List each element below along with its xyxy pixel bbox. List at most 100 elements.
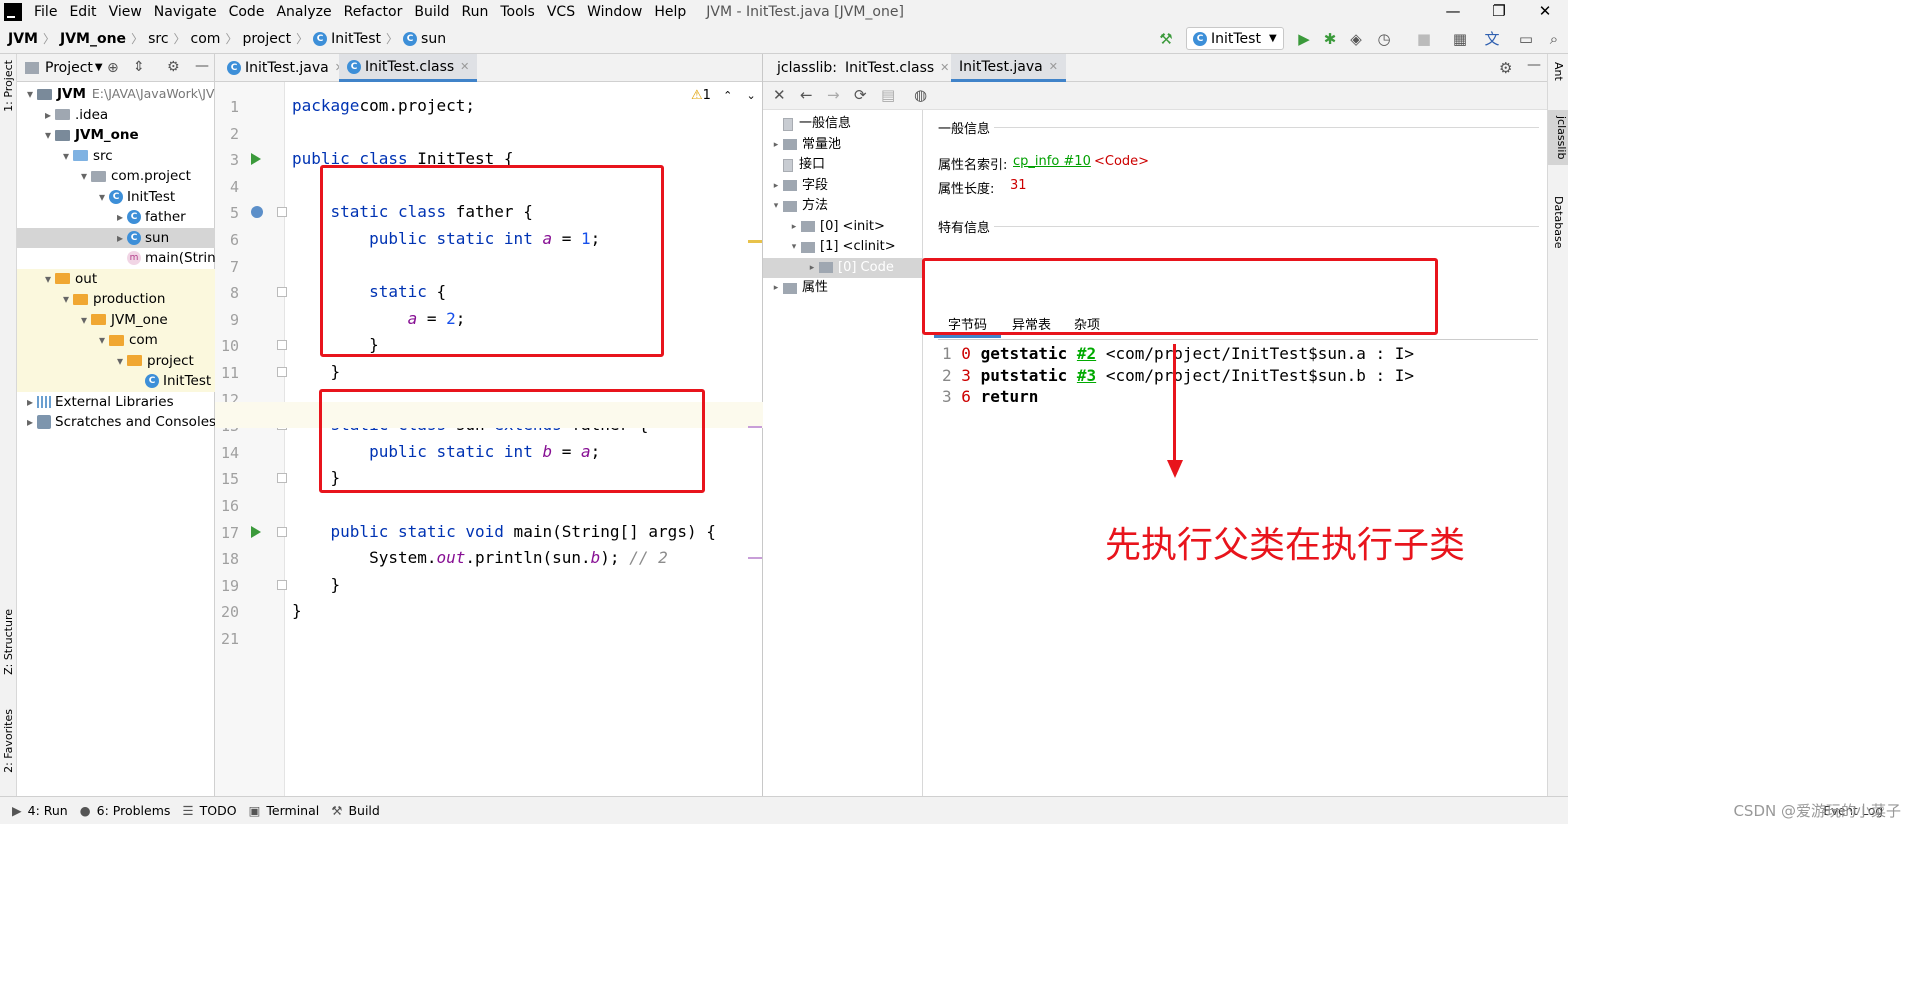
refresh-icon[interactable]: ⟳ [854,86,867,104]
menu-window[interactable]: Window [581,4,648,20]
breadcrumb-item[interactable]: C InitTest [313,31,381,47]
chevron-down-icon[interactable]: ▾ [23,84,37,104]
tree-item[interactable]: ▸ External Libraries [23,392,174,412]
breadcrumb-item[interactable]: src [148,31,168,47]
chevron-right-icon[interactable]: ▸ [113,228,127,248]
close-window-button[interactable]: ✕ [1522,0,1568,24]
project-view-label[interactable]: Project [45,60,93,76]
chevron-up-icon[interactable]: ⌃ [723,89,732,102]
chevron-right-icon[interactable]: ▸ [23,412,37,432]
run-gutter-icon[interactable] [251,525,261,538]
menu-tools[interactable]: Tools [494,4,541,20]
override-gutter-icon[interactable] [251,206,263,219]
breadcrumb-item[interactable]: com [191,31,221,47]
tree-item[interactable]: ▾ project [113,351,194,371]
class-tree-item[interactable]: ▸ 常量池 [769,135,841,155]
editor-tab[interactable]: CInitTest.java✕ [219,54,352,82]
chevron-down-icon[interactable]: ▾ [41,125,55,145]
close-tab-icon[interactable]: ✕ [460,53,469,81]
class-tree-item[interactable]: 一般信息 [769,114,851,134]
hammer-icon[interactable]: ⚒ [1156,29,1176,49]
profile-icon[interactable]: ◷ [1374,29,1394,49]
layout-icon[interactable]: ▭ [1516,29,1536,49]
tree-item[interactable]: ▾ production [59,289,166,309]
ant-tool-tab[interactable]: Ant [1552,62,1565,81]
class-tree-item[interactable]: ▸ [0] Code [805,258,894,278]
hide-panel-icon[interactable]: — [195,58,209,74]
tree-item[interactable]: ▾ C InitTest [95,187,175,207]
gear-icon[interactable]: ⚙ [167,59,180,75]
hide-panel-icon[interactable]: — [1527,57,1541,73]
class-tree-item[interactable]: ▾ [1] <clinit> [787,237,896,257]
chevron-down-icon[interactable]: ▾ [95,187,109,207]
tree-item[interactable]: ▸ Scratches and Consoles [23,412,216,432]
jclasslib-tool-tab[interactable]: jclasslib [1548,110,1568,166]
chevron-down-icon[interactable]: ▼ [95,62,103,73]
fold-marker-icon[interactable] [277,207,287,218]
tree-item[interactable]: C InitTest [131,371,211,391]
jclasslib-tab[interactable]: InitTest.class ✕ [837,54,957,82]
web-icon[interactable]: ◍ [914,86,927,104]
menu-vcs[interactable]: VCS [541,4,581,20]
constant-pool-link[interactable]: #3 [1077,366,1096,385]
menu-edit[interactable]: Edit [63,4,102,20]
class-tree-item[interactable]: ▸ 字段 [769,176,828,196]
menu-help[interactable]: Help [648,4,692,20]
fold-marker-icon[interactable] [277,579,287,590]
tree-item[interactable]: ▾ JVM_one [41,125,139,145]
chevron-down-icon[interactable]: ⌄ [746,89,755,102]
gear-icon[interactable]: ⚙ [1499,59,1512,77]
chevron-down-icon[interactable]: ▾ [95,330,109,350]
favorites-tool-tab[interactable]: 2: Favorites [2,709,15,773]
code-line[interactable]: public static void main(String[] args) { [292,522,716,541]
chevron-down-icon[interactable]: ▾ [77,166,91,186]
back-icon[interactable]: ← [800,86,813,104]
tree-item[interactable]: ▸ Csun [113,228,169,248]
attribute-name-link[interactable]: cp_info #10 [1013,154,1091,169]
code-line[interactable]: } [292,575,341,594]
menu-build[interactable]: Build [408,4,455,20]
translate-icon[interactable]: 文 [1482,29,1502,49]
menu-code[interactable]: Code [223,4,271,20]
menu-run[interactable]: Run [456,4,495,20]
menu-refactor[interactable]: Refactor [338,4,409,20]
code-line[interactable]: System.out.println(sun.b); // 2 [292,548,668,567]
run-gutter-icon[interactable] [251,153,261,166]
fold-marker-icon[interactable] [277,526,287,537]
project-structure-icon[interactable]: ▦ [1450,29,1470,49]
fold-marker-icon[interactable] [277,287,287,298]
chevron-down-icon[interactable]: ▾ [787,237,801,257]
code-line[interactable]: } [292,601,302,620]
chevron-right-icon[interactable]: ▸ [769,135,783,155]
code-line[interactable]: packagecom.project; [292,96,475,115]
fold-marker-icon[interactable] [277,473,287,484]
chevron-down-icon[interactable]: ▾ [113,351,127,371]
chevron-right-icon[interactable]: ▸ [113,207,127,227]
constant-pool-link[interactable]: #2 [1077,344,1096,363]
code-line[interactable]: } [292,362,341,381]
problems-tool-button[interactable]: ● 6: Problems [80,803,171,818]
project-tool-tab[interactable]: 1: Project [2,60,15,112]
run-icon[interactable]: ▶ [1294,29,1314,49]
menu-analyze[interactable]: Analyze [270,4,337,20]
minimize-button[interactable]: — [1430,0,1476,24]
class-tree-item[interactable]: 接口 [769,155,825,175]
breadcrumb-item[interactable]: JVM [8,31,38,47]
tree-item[interactable]: ▾ out [41,269,97,289]
jclasslib-tab[interactable]: InitTest.java ✕ [951,54,1066,82]
breadcrumb-item[interactable]: Csun [403,31,446,47]
tree-item[interactable]: m main(Strin [113,248,216,268]
run-configuration-select[interactable]: C InitTest ▼ [1186,27,1284,50]
debug-icon[interactable]: ✱ [1320,29,1340,49]
close-icon[interactable]: ✕ [773,86,786,104]
structure-tool-tab[interactable]: Z: Structure [2,609,15,675]
editor-tab[interactable]: C InitTest.class ✕ [339,53,478,82]
collapse-all-icon[interactable]: ⇕ [133,59,145,75]
tree-item[interactable]: ▾ src [59,146,113,166]
search-icon[interactable]: ⌕ [1544,29,1564,49]
fold-marker-icon[interactable] [277,367,287,377]
terminal-tool-button[interactable]: ▣ Terminal [249,803,320,818]
chevron-down-icon[interactable]: ▾ [59,146,73,166]
forward-icon[interactable]: → [827,86,840,104]
chevron-right-icon[interactable]: ▸ [769,176,783,196]
